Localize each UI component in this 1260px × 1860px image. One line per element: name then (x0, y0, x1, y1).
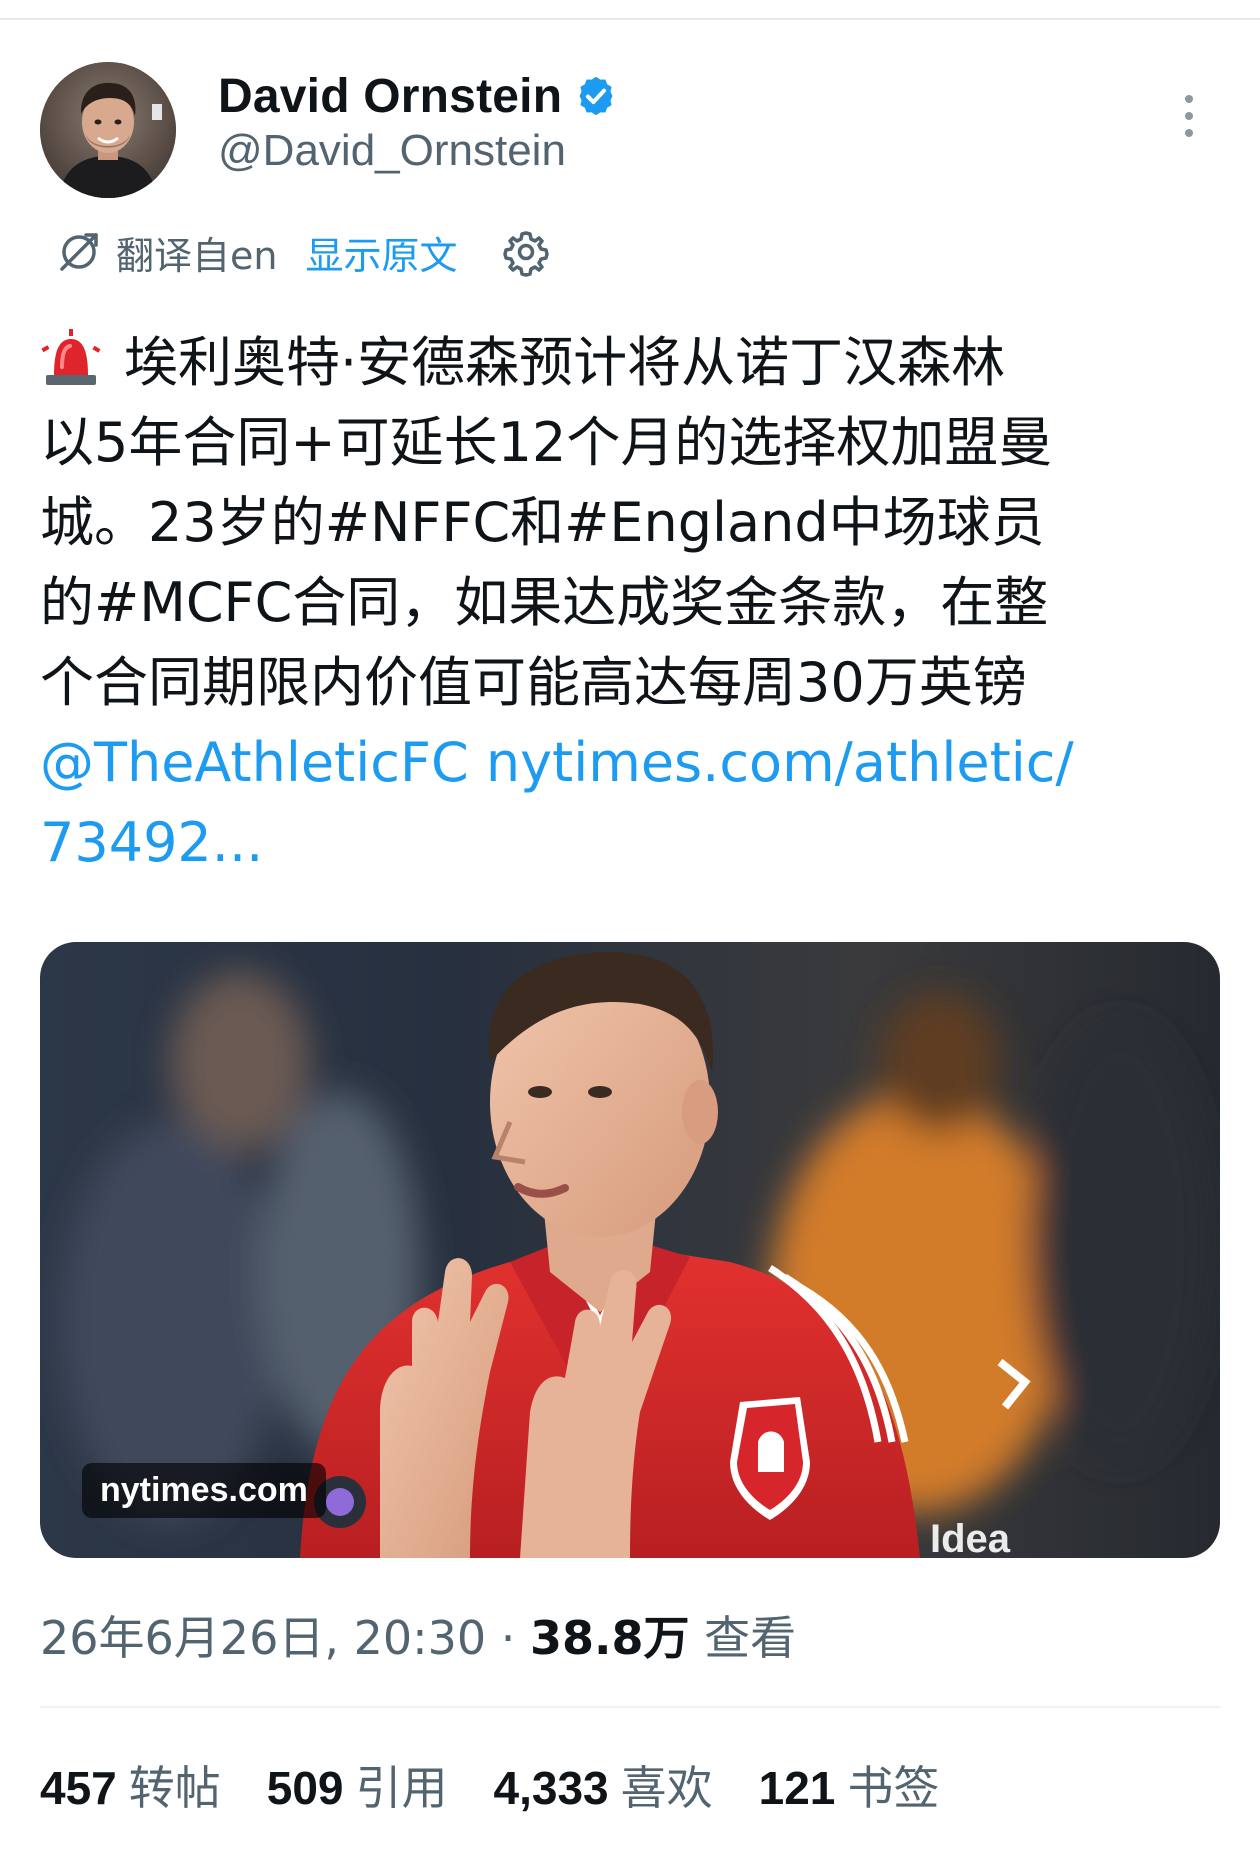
reposts-stat[interactable]: 457 转帖 (40, 1752, 221, 1818)
quotes-label: 引用 (355, 1761, 448, 1815)
tweet-line-1: 埃利奥特·安德森预计将从诺丁汉森林 (40, 323, 1220, 403)
translate-icon (56, 229, 102, 275)
tweet-line-4: 的#MCFC合同，如果达成奖金条款，在整 (40, 571, 1049, 634)
tweet-line-2: 以5年合同+可延长12个月的选择权加盟曼 (40, 411, 1053, 474)
top-divider (0, 18, 1260, 20)
tweet-line-1-text: 埃利奥特·安德森预计将从诺丁汉森林 (124, 331, 1006, 394)
views-label: 查看 (704, 1611, 797, 1665)
reposts-label: 转帖 (128, 1761, 221, 1815)
tweet-meta-row: 26年6月26日, 20:30 · 38.8万 查看 (40, 1602, 796, 1668)
bookmarks-count: 121 (758, 1762, 836, 1814)
reposts-count: 457 (40, 1762, 117, 1814)
avatar-image (40, 62, 176, 198)
bookmarks-label: 书签 (847, 1761, 940, 1815)
article-link-continued[interactable]: 73492... (40, 803, 1220, 883)
svg-text:Idea: Idea (930, 1517, 1011, 1558)
tweet-line-3: 城。23岁的#NFFC和#England中场球员 (40, 491, 1045, 554)
bookmarks-stat[interactable]: 121 书签 (759, 1752, 940, 1818)
avatar[interactable] (40, 62, 176, 198)
tweet-links-line: @TheAthleticFC nytimes.com/athletic/ (40, 723, 1220, 803)
translated-from-label: 翻译自en (116, 233, 278, 278)
likes-stat[interactable]: 4,333 喜欢 (494, 1752, 713, 1818)
tweet-line-5: 个合同期限内价值可能高达每周30万英镑 (40, 651, 1027, 714)
meta-separator: · (486, 1611, 531, 1665)
stats-divider (40, 1706, 1220, 1708)
tweet-text: 埃利奥特·安德森预计将从诺丁汉森林 以5年合同+可延长12个月的选择权加盟曼 城… (40, 323, 1220, 883)
quotes-stat[interactable]: 509 引用 (267, 1752, 448, 1818)
translation-row: 翻译自en 显示原文 (56, 224, 551, 280)
gear-icon[interactable] (501, 227, 551, 277)
tweet-timestamp[interactable]: 26年6月26日, 20:30 (40, 1611, 486, 1665)
author-display-name[interactable]: David Ornstein (218, 69, 562, 124)
article-link[interactable]: nytimes.com/athletic/ (486, 731, 1074, 794)
engagement-stats-row: 457 转帖 509 引用 4,333 喜欢 121 书签 (40, 1752, 985, 1818)
link-preview-card[interactable]: Idea nytimes.com (40, 942, 1220, 1558)
quotes-count: 509 (266, 1762, 344, 1814)
police-siren-icon (40, 327, 102, 389)
views-count: 38.8万 (530, 1611, 690, 1665)
verified-badge-icon (574, 74, 618, 118)
mention-link[interactable]: @TheAthleticFC (40, 731, 469, 794)
more-vertical-icon[interactable] (1174, 92, 1204, 140)
author-name-row[interactable]: David Ornstein (218, 66, 618, 126)
show-original-button[interactable]: 显示原文 (305, 225, 457, 280)
likes-label: 喜欢 (620, 1761, 713, 1815)
link-domain-badge: nytimes.com (82, 1463, 326, 1518)
likes-count: 4,333 (493, 1762, 609, 1814)
author-handle[interactable]: @David_Ornstein (218, 126, 566, 176)
